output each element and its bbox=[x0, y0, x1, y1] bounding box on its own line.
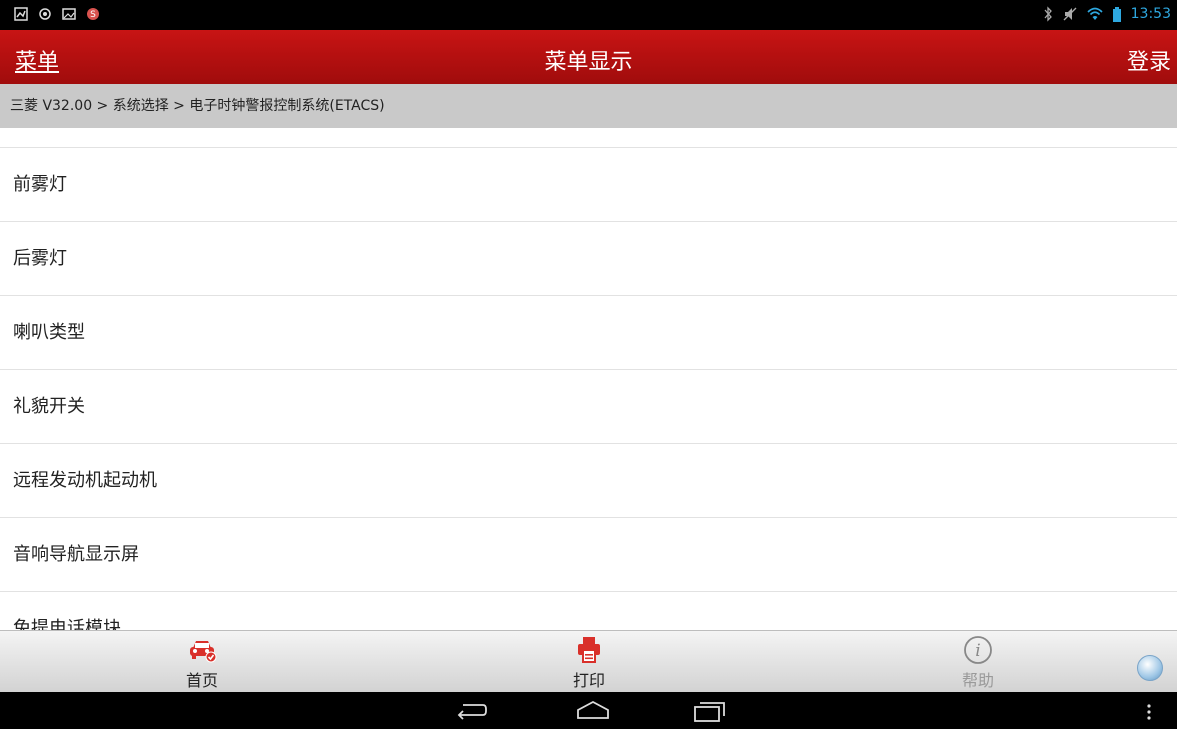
status-left-icons: S bbox=[14, 7, 100, 21]
list-top-divider bbox=[0, 128, 1177, 148]
recent-apps-icon[interactable] bbox=[693, 700, 727, 722]
print-button[interactable]: 打印 bbox=[549, 635, 629, 691]
list-item-courtesy-switch[interactable]: 礼貌开关 bbox=[0, 370, 1177, 444]
home-nav-icon[interactable] bbox=[576, 700, 610, 720]
list-item-front-fog-lamp[interactable]: 前雾灯 bbox=[0, 148, 1177, 222]
overflow-menu-icon[interactable] bbox=[1146, 704, 1152, 720]
system-nav-bar bbox=[0, 692, 1177, 729]
list-item-remote-engine-starter[interactable]: 远程发动机起动机 bbox=[0, 444, 1177, 518]
print-label: 打印 bbox=[572, 671, 605, 690]
floating-assistant-icon[interactable] bbox=[1137, 655, 1163, 681]
status-bar: S 13:53 bbox=[0, 0, 1177, 30]
svg-text:i: i bbox=[975, 641, 980, 661]
breadcrumb: 三菱 V32.00 > 系统选择 > 电子时钟警报控制系统(ETACS) bbox=[0, 84, 1177, 128]
status-right-icons: 13:53 bbox=[1043, 6, 1171, 22]
list-item-horn-type[interactable]: 喇叭类型 bbox=[0, 296, 1177, 370]
bottom-toolbar: 首页 打印 i 帮助 bbox=[0, 630, 1177, 693]
bluetooth-icon bbox=[1044, 6, 1052, 22]
back-icon[interactable] bbox=[455, 700, 489, 720]
location-icon bbox=[39, 8, 51, 20]
home-label: 首页 bbox=[185, 671, 218, 690]
list-item-handsfree-module[interactable]: 免提电话模块 bbox=[0, 592, 1177, 630]
menu-list[interactable]: 前雾灯 后雾灯 喇叭类型 礼貌开关 远程发动机起动机 音响导航显示屏 免提电话模… bbox=[0, 128, 1177, 630]
status-time: 13:53 bbox=[1130, 6, 1171, 22]
header-bar: 菜单 菜单显示 登录 bbox=[0, 30, 1177, 84]
login-button[interactable]: 登录 bbox=[1127, 44, 1171, 76]
mute-icon bbox=[1063, 7, 1077, 21]
svg-text:S: S bbox=[90, 10, 96, 20]
printer-icon bbox=[578, 637, 600, 663]
notification-icon bbox=[14, 7, 28, 21]
battery-icon bbox=[1112, 6, 1121, 22]
list-item-rear-fog-lamp[interactable]: 后雾灯 bbox=[0, 222, 1177, 296]
image-icon bbox=[62, 8, 76, 20]
wifi-icon bbox=[1087, 7, 1103, 20]
page-title: 菜单显示 bbox=[544, 50, 633, 75]
car-home-icon bbox=[190, 641, 217, 663]
info-icon: i bbox=[964, 636, 992, 664]
help-label: 帮助 bbox=[961, 671, 994, 690]
help-button[interactable]: i 帮助 bbox=[938, 635, 1018, 691]
app-icon: S bbox=[87, 8, 99, 20]
list-item-audio-nav-display[interactable]: 音响导航显示屏 bbox=[0, 518, 1177, 592]
home-button[interactable]: 首页 bbox=[162, 635, 242, 691]
